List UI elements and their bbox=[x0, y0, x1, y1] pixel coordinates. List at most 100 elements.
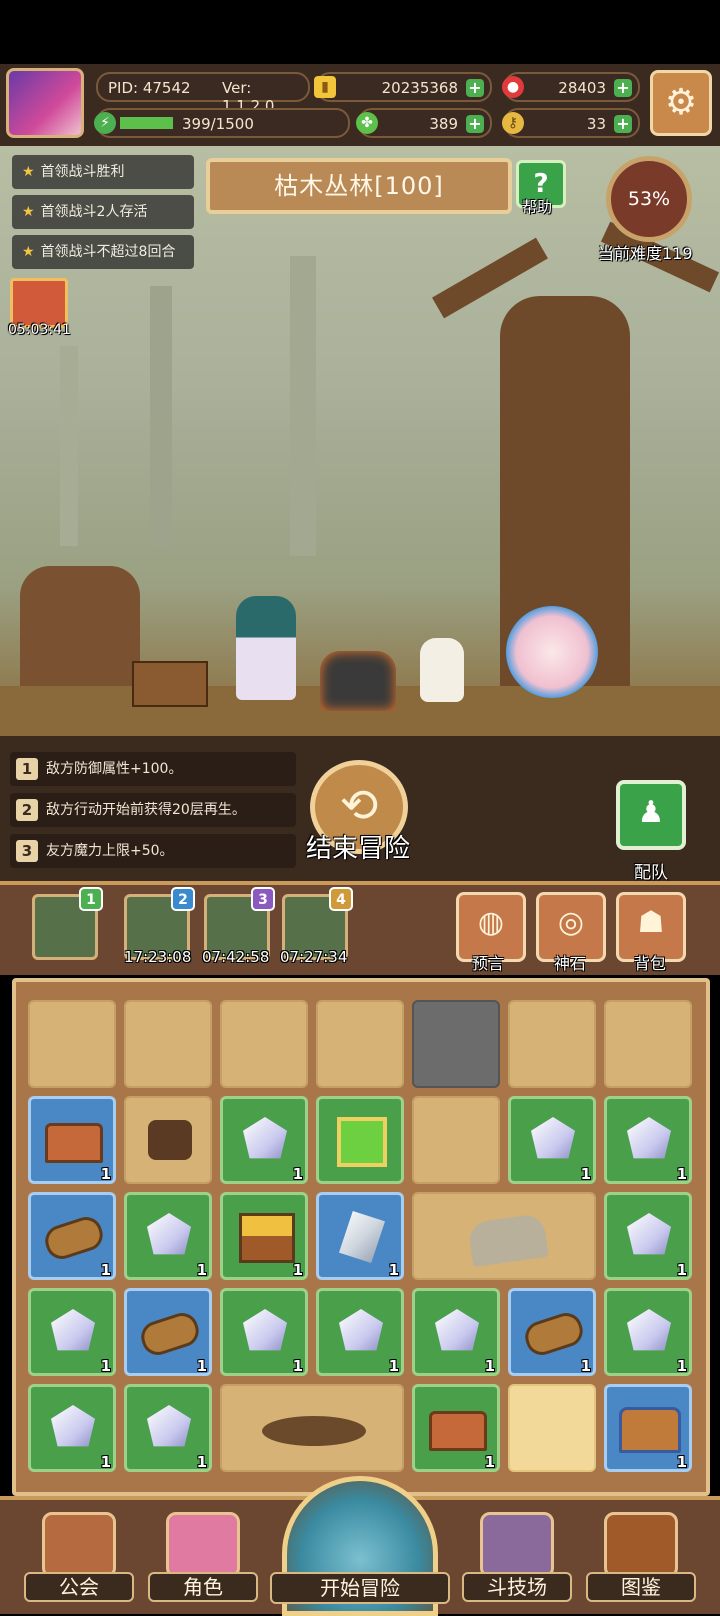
gem-icon bbox=[435, 1309, 479, 1351]
grid-tile-gem[interactable]: 1 bbox=[28, 1288, 116, 1376]
add-clover-icon[interactable]: + bbox=[466, 115, 484, 133]
gift-box-icon[interactable] bbox=[10, 278, 68, 328]
grid-tile-rock[interactable] bbox=[412, 1000, 500, 1088]
slot-badge: 2 bbox=[171, 887, 195, 911]
grid-tile-gem[interactable]: 1 bbox=[220, 1096, 308, 1184]
grid-tile-gem[interactable]: 1 bbox=[220, 1288, 308, 1376]
god-stone-label[interactable]: 神石 bbox=[554, 950, 586, 974]
pid-version-panel: PID: 47542 Ver: 1.1.2.0 bbox=[96, 72, 310, 115]
grid-tile-gold-chest[interactable]: 1 bbox=[220, 1192, 308, 1280]
grid-tile-chest[interactable]: 1 bbox=[28, 1096, 116, 1184]
grid-tile-hidden[interactable] bbox=[220, 1000, 308, 1088]
gold-coin-icon: ▮ bbox=[314, 76, 336, 98]
effect-number: 3 bbox=[16, 840, 38, 862]
slot-timer: 07:42:58 bbox=[202, 948, 270, 966]
gem-icon bbox=[531, 1117, 575, 1159]
grid-tile-log[interactable]: 1 bbox=[124, 1288, 212, 1376]
stage-title-banner: 枯木丛林[100] bbox=[206, 158, 512, 214]
grid-tile-chest[interactable]: 1 bbox=[412, 1384, 500, 1472]
team-label[interactable]: 配队 bbox=[634, 858, 668, 883]
grid-tile-gravestone[interactable] bbox=[412, 1192, 596, 1280]
guild-house-icon bbox=[42, 1512, 116, 1578]
tile-count: 1 bbox=[100, 1453, 111, 1471]
task-label: 首领战斗2人存活 bbox=[40, 204, 148, 220]
grid-tile-gem[interactable]: 1 bbox=[508, 1096, 596, 1184]
backpack-label[interactable]: 背包 bbox=[634, 950, 666, 974]
settings-gear-icon[interactable]: ⚙ bbox=[650, 70, 712, 136]
grid-tile-log[interactable]: 1 bbox=[28, 1192, 116, 1280]
key-panel: ⚷ 33 + bbox=[502, 108, 640, 138]
grid-tile-treasure-chest[interactable]: 1 bbox=[604, 1384, 692, 1472]
grid-tile-hidden[interactable] bbox=[28, 1000, 116, 1088]
star-icon: ★ bbox=[22, 204, 35, 220]
grid-tile-hidden[interactable] bbox=[412, 1096, 500, 1184]
grid-tile-gem[interactable]: 1 bbox=[124, 1384, 212, 1472]
tile-count: 1 bbox=[292, 1165, 303, 1183]
task-label: 首领战斗不超过8回合 bbox=[40, 244, 176, 260]
gem-icon bbox=[147, 1405, 191, 1447]
team-formation-icon[interactable]: ♟ bbox=[616, 780, 686, 850]
add-gold-icon[interactable]: + bbox=[466, 79, 484, 97]
clover-amount: 389 bbox=[429, 115, 458, 133]
tile-count: 1 bbox=[100, 1261, 111, 1279]
grid-tile-gem[interactable]: 1 bbox=[604, 1096, 692, 1184]
effect-text: 敌方行动开始前获得20层再生。 bbox=[46, 802, 246, 818]
help-label[interactable]: 帮助 bbox=[522, 196, 552, 217]
grid-tile-hidden[interactable] bbox=[604, 1000, 692, 1088]
tile-count: 1 bbox=[196, 1261, 207, 1279]
tile-count: 1 bbox=[676, 1165, 687, 1183]
pit-icon bbox=[262, 1416, 366, 1446]
grid-tile-hidden[interactable] bbox=[508, 1000, 596, 1088]
grid-tile-pit[interactable] bbox=[220, 1384, 404, 1472]
grid-tile-hidden[interactable] bbox=[124, 1000, 212, 1088]
effect-number: 2 bbox=[16, 799, 38, 821]
tile-count: 1 bbox=[484, 1357, 495, 1375]
book-icon bbox=[604, 1512, 678, 1578]
energy-icon: ⚡ bbox=[94, 112, 116, 134]
task-item: ★ 首领战斗胜利 bbox=[12, 155, 194, 189]
nav-codex[interactable]: 图鉴 bbox=[586, 1512, 696, 1602]
pid-text: PID: 47542 bbox=[108, 79, 191, 97]
grid-tile-gem[interactable]: 1 bbox=[604, 1192, 692, 1280]
tile-count: 1 bbox=[388, 1357, 399, 1375]
grid-tile-gem[interactable]: 1 bbox=[604, 1288, 692, 1376]
log-icon bbox=[137, 1308, 203, 1360]
nav-start-adventure[interactable]: 开始冒险 bbox=[270, 1476, 450, 1616]
effect-item: 2 敌方行动开始前获得20层再生。 bbox=[10, 793, 296, 827]
add-key-icon[interactable]: + bbox=[614, 115, 632, 133]
grid-tile-log[interactable]: 1 bbox=[508, 1288, 596, 1376]
player-avatar[interactable] bbox=[6, 68, 84, 138]
nav-role[interactable]: 角色 bbox=[148, 1512, 258, 1602]
grid-tile-gem[interactable]: 1 bbox=[316, 1288, 404, 1376]
energy-amount: 399/1500 bbox=[182, 115, 254, 133]
clover-icon: ✤ bbox=[356, 112, 378, 134]
grid-tile-hidden[interactable] bbox=[316, 1000, 404, 1088]
gem-icon bbox=[243, 1309, 287, 1351]
nav-role-label: 角色 bbox=[148, 1572, 258, 1602]
clover-panel: ✤ 389 + bbox=[356, 108, 492, 138]
effect-number: 1 bbox=[16, 758, 38, 780]
nav-arena[interactable]: 斗技场 bbox=[462, 1512, 572, 1602]
grid-tile-empty[interactable] bbox=[508, 1384, 596, 1472]
slot-badge: 1 bbox=[79, 887, 103, 911]
grid-tile-gem[interactable]: 1 bbox=[28, 1384, 116, 1472]
log-icon bbox=[521, 1308, 587, 1360]
grid-tile-gem[interactable]: 1 bbox=[412, 1288, 500, 1376]
add-ruby-icon[interactable]: + bbox=[614, 79, 632, 97]
treasure-chest-icon bbox=[619, 1407, 681, 1453]
nav-arena-label: 斗技场 bbox=[462, 1572, 572, 1602]
grid-tile-crystal[interactable]: 1 bbox=[316, 1192, 404, 1280]
gem-icon bbox=[147, 1213, 191, 1255]
nav-guild[interactable]: 公会 bbox=[24, 1512, 134, 1602]
stage-slot[interactable]: 1 bbox=[32, 887, 103, 960]
grid-tile-stump[interactable] bbox=[124, 1096, 212, 1184]
grid-tile-emerald[interactable] bbox=[316, 1096, 404, 1184]
prophecy-label[interactable]: 预言 bbox=[472, 950, 504, 974]
end-adventure-label[interactable]: 结束冒险 bbox=[306, 828, 410, 865]
nav-codex-label: 图鉴 bbox=[586, 1572, 696, 1602]
grid-tile-gem[interactable]: 1 bbox=[124, 1192, 212, 1280]
gem-icon bbox=[627, 1213, 671, 1255]
gold-amount: 20235368 bbox=[381, 79, 458, 97]
system-status-bar bbox=[0, 0, 720, 64]
ruby-amount: 28403 bbox=[558, 79, 606, 97]
